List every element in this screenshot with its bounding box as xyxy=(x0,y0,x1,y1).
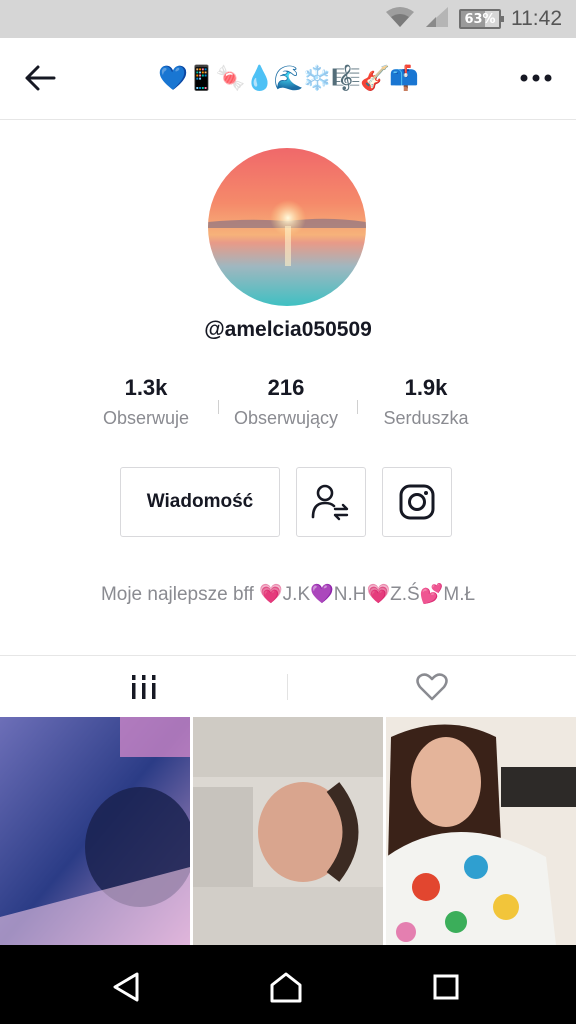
battery-icon: 63% xyxy=(459,9,504,29)
triangle-back-icon xyxy=(113,972,139,1002)
video-thumbnail[interactable] xyxy=(386,717,576,945)
battery-percent: 63% xyxy=(464,11,496,27)
stat-value: 1.3k xyxy=(124,375,168,400)
profile-bio: Moje najlepsze bff 💗J.K💜N.H💗Z.Ś💕M.Ł xyxy=(100,584,476,605)
more-horizontal-icon xyxy=(520,74,552,82)
status-bar: 63% 11:42 xyxy=(0,0,576,38)
username: @amelcia050509 xyxy=(204,318,372,341)
tab-videos[interactable] xyxy=(0,656,288,718)
top-nav: 💙📱🍬💧🌊❄️🎼🎸📫 xyxy=(0,38,576,120)
stat-following[interactable]: 1.3k Obserwuje xyxy=(76,372,216,429)
stat-label: Obserwuje xyxy=(102,408,190,428)
stat-followers[interactable]: 216 Obserwujący xyxy=(216,372,356,429)
user-swap-icon xyxy=(311,484,349,521)
arrow-left-icon xyxy=(25,65,56,91)
back-button[interactable] xyxy=(20,58,60,98)
profile-stats: 1.3k Obserwuje 216 Obserwujący 1.9k Serd… xyxy=(70,372,506,442)
profile-display-name: 💙📱🍬💧🌊❄️🎼🎸📫 xyxy=(158,64,419,92)
suggested-accounts-button[interactable] xyxy=(296,467,366,537)
profile-actions: Wiadomość xyxy=(0,467,576,537)
stat-value: 216 xyxy=(267,375,305,400)
status-indicators: 63% 11:42 xyxy=(385,0,562,38)
system-back-button[interactable] xyxy=(106,967,146,1007)
clock: 11:42 xyxy=(511,7,562,30)
system-recents-button[interactable] xyxy=(426,967,466,1007)
heart-outline-icon xyxy=(416,673,448,701)
system-navigation-bar xyxy=(0,945,576,1024)
cellular-signal-icon xyxy=(425,6,449,32)
video-grid xyxy=(0,717,576,945)
stat-value: 1.9k xyxy=(404,375,448,400)
wifi-icon xyxy=(385,6,415,32)
video-thumbnail[interactable] xyxy=(0,717,190,945)
more-options-button[interactable] xyxy=(516,58,556,98)
content-tabs xyxy=(0,655,576,717)
stat-likes[interactable]: 1.9k Serduszka xyxy=(356,372,496,429)
message-button[interactable]: Wiadomość xyxy=(120,467,280,537)
avatar[interactable] xyxy=(208,148,366,306)
stat-label: Obserwujący xyxy=(233,408,339,428)
video-thumbnail[interactable] xyxy=(193,717,383,945)
grid-videos-icon xyxy=(132,675,156,699)
system-home-button[interactable] xyxy=(266,967,306,1007)
square-recents-icon xyxy=(433,974,459,1000)
circle-home-icon xyxy=(270,972,302,1003)
instagram-button[interactable] xyxy=(382,467,452,537)
instagram-icon xyxy=(399,484,435,520)
tab-liked[interactable] xyxy=(288,656,576,718)
stat-label: Serduszka xyxy=(383,408,469,428)
